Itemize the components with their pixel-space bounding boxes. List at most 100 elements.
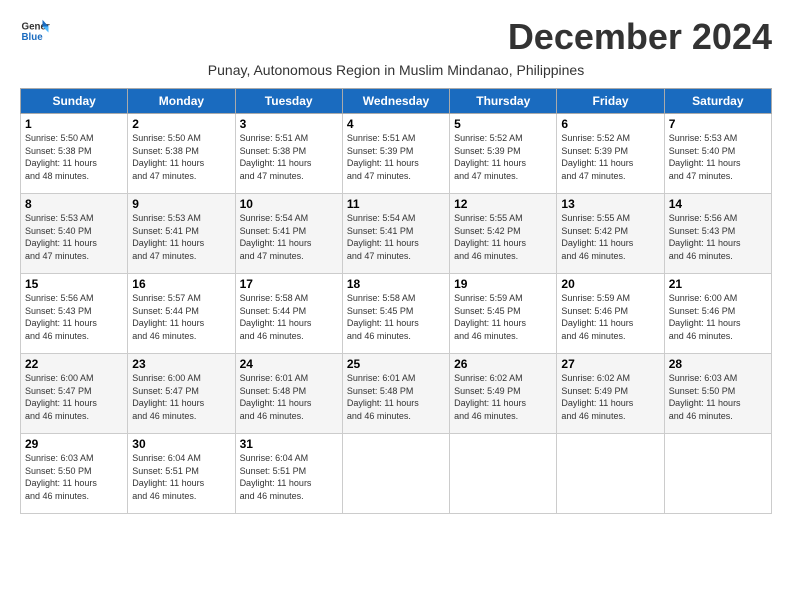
day-info: Sunrise: 5:50 AMSunset: 5:38 PMDaylight:… bbox=[25, 133, 97, 181]
day-of-week-header: Sunday bbox=[21, 89, 128, 114]
day-number: 24 bbox=[240, 357, 338, 371]
calendar-cell: 3 Sunrise: 5:51 AMSunset: 5:38 PMDaylight… bbox=[235, 114, 342, 194]
calendar-header-row: SundayMondayTuesdayWednesdayThursdayFrid… bbox=[21, 89, 772, 114]
calendar-cell: 19 Sunrise: 5:59 AMSunset: 5:45 PMDayligh… bbox=[450, 274, 557, 354]
calendar-cell: 1 Sunrise: 5:50 AMSunset: 5:38 PMDaylight… bbox=[21, 114, 128, 194]
calendar-cell bbox=[342, 434, 449, 514]
logo-icon: General Blue bbox=[20, 16, 50, 46]
calendar-cell: 21Sunrise: 6:00 AMSunset: 5:46 PMDayligh… bbox=[664, 274, 771, 354]
day-number: 22 bbox=[25, 357, 123, 371]
calendar-cell: 20Sunrise: 5:59 AMSunset: 5:46 PMDayligh… bbox=[557, 274, 664, 354]
day-number: 4 bbox=[347, 117, 445, 131]
day-number: 29 bbox=[25, 437, 123, 451]
calendar-cell bbox=[664, 434, 771, 514]
day-number: 13 bbox=[561, 197, 659, 211]
day-number: 14 bbox=[669, 197, 767, 211]
day-info: Sunrise: 5:55 AMSunset: 5:42 PMDaylight:… bbox=[454, 213, 526, 261]
day-info: Sunrise: 6:03 AMSunset: 5:50 PMDaylight:… bbox=[669, 373, 741, 421]
calendar-cell bbox=[450, 434, 557, 514]
calendar-cell: 29 Sunrise: 6:03 AMSunset: 5:50 PMDayligh… bbox=[21, 434, 128, 514]
day-info: Sunrise: 5:53 AMSunset: 5:41 PMDaylight:… bbox=[132, 213, 204, 261]
calendar-cell: 10Sunrise: 5:54 AMSunset: 5:41 PMDayligh… bbox=[235, 194, 342, 274]
day-number: 25 bbox=[347, 357, 445, 371]
calendar-table: SundayMondayTuesdayWednesdayThursdayFrid… bbox=[20, 88, 772, 514]
day-info: Sunrise: 5:58 AMSunset: 5:45 PMDaylight:… bbox=[347, 293, 419, 341]
day-number: 23 bbox=[132, 357, 230, 371]
day-number: 6 bbox=[561, 117, 659, 131]
calendar-week-row: 1 Sunrise: 5:50 AMSunset: 5:38 PMDaylight… bbox=[21, 114, 772, 194]
day-info: Sunrise: 6:00 AMSunset: 5:47 PMDaylight:… bbox=[25, 373, 97, 421]
day-of-week-header: Wednesday bbox=[342, 89, 449, 114]
day-info: Sunrise: 5:53 AMSunset: 5:40 PMDaylight:… bbox=[25, 213, 97, 261]
calendar-week-row: 22 Sunrise: 6:00 AMSunset: 5:47 PMDayligh… bbox=[21, 354, 772, 434]
day-number: 19 bbox=[454, 277, 552, 291]
calendar-cell: 27Sunrise: 6:02 AMSunset: 5:49 PMDayligh… bbox=[557, 354, 664, 434]
day-number: 31 bbox=[240, 437, 338, 451]
calendar-cell: 31 Sunrise: 6:04 AMSunset: 5:51 PMDayligh… bbox=[235, 434, 342, 514]
calendar-cell: 7 Sunrise: 5:53 AMSunset: 5:40 PMDaylight… bbox=[664, 114, 771, 194]
day-info: Sunrise: 5:53 AMSunset: 5:40 PMDaylight:… bbox=[669, 133, 741, 181]
day-number: 26 bbox=[454, 357, 552, 371]
calendar-cell: 18 Sunrise: 5:58 AMSunset: 5:45 PMDayligh… bbox=[342, 274, 449, 354]
day-number: 12 bbox=[454, 197, 552, 211]
day-info: Sunrise: 6:04 AMSunset: 5:51 PMDaylight:… bbox=[132, 453, 204, 501]
day-number: 8 bbox=[25, 197, 123, 211]
calendar-cell: 16 Sunrise: 5:57 AMSunset: 5:44 PMDayligh… bbox=[128, 274, 235, 354]
day-info: Sunrise: 5:51 AMSunset: 5:38 PMDaylight:… bbox=[240, 133, 312, 181]
day-of-week-header: Tuesday bbox=[235, 89, 342, 114]
day-info: Sunrise: 5:59 AMSunset: 5:45 PMDaylight:… bbox=[454, 293, 526, 341]
day-info: Sunrise: 6:00 AMSunset: 5:47 PMDaylight:… bbox=[132, 373, 204, 421]
calendar-cell: 17 Sunrise: 5:58 AMSunset: 5:44 PMDayligh… bbox=[235, 274, 342, 354]
day-info: Sunrise: 6:02 AMSunset: 5:49 PMDaylight:… bbox=[561, 373, 633, 421]
day-number: 5 bbox=[454, 117, 552, 131]
day-info: Sunrise: 5:54 AMSunset: 5:41 PMDaylight:… bbox=[240, 213, 312, 261]
day-number: 16 bbox=[132, 277, 230, 291]
day-info: Sunrise: 5:52 AMSunset: 5:39 PMDaylight:… bbox=[454, 133, 526, 181]
day-info: Sunrise: 5:50 AMSunset: 5:38 PMDaylight:… bbox=[132, 133, 204, 181]
day-number: 3 bbox=[240, 117, 338, 131]
day-number: 17 bbox=[240, 277, 338, 291]
calendar-cell: 25Sunrise: 6:01 AMSunset: 5:48 PMDayligh… bbox=[342, 354, 449, 434]
svg-text:Blue: Blue bbox=[22, 32, 44, 43]
calendar-cell: 26 Sunrise: 6:02 AMSunset: 5:49 PMDayligh… bbox=[450, 354, 557, 434]
day-info: Sunrise: 5:56 AMSunset: 5:43 PMDaylight:… bbox=[25, 293, 97, 341]
day-info: Sunrise: 6:01 AMSunset: 5:48 PMDaylight:… bbox=[240, 373, 312, 421]
day-number: 11 bbox=[347, 197, 445, 211]
day-of-week-header: Thursday bbox=[450, 89, 557, 114]
day-info: Sunrise: 5:52 AMSunset: 5:39 PMDaylight:… bbox=[561, 133, 633, 181]
calendar-cell: 4 Sunrise: 5:51 AMSunset: 5:39 PMDaylight… bbox=[342, 114, 449, 194]
day-info: Sunrise: 6:03 AMSunset: 5:50 PMDaylight:… bbox=[25, 453, 97, 501]
day-info: Sunrise: 5:55 AMSunset: 5:42 PMDaylight:… bbox=[561, 213, 633, 261]
day-number: 18 bbox=[347, 277, 445, 291]
calendar-cell: 15Sunrise: 5:56 AMSunset: 5:43 PMDayligh… bbox=[21, 274, 128, 354]
day-number: 1 bbox=[25, 117, 123, 131]
day-number: 30 bbox=[132, 437, 230, 451]
calendar-cell: 24 Sunrise: 6:01 AMSunset: 5:48 PMDayligh… bbox=[235, 354, 342, 434]
calendar-week-row: 15Sunrise: 5:56 AMSunset: 5:43 PMDayligh… bbox=[21, 274, 772, 354]
subtitle: Punay, Autonomous Region in Muslim Minda… bbox=[20, 62, 772, 78]
calendar-cell: 22 Sunrise: 6:00 AMSunset: 5:47 PMDayligh… bbox=[21, 354, 128, 434]
day-number: 21 bbox=[669, 277, 767, 291]
day-info: Sunrise: 5:54 AMSunset: 5:41 PMDaylight:… bbox=[347, 213, 419, 261]
day-of-week-header: Friday bbox=[557, 89, 664, 114]
day-number: 9 bbox=[132, 197, 230, 211]
calendar-week-row: 8 Sunrise: 5:53 AMSunset: 5:40 PMDaylight… bbox=[21, 194, 772, 274]
day-info: Sunrise: 6:02 AMSunset: 5:49 PMDaylight:… bbox=[454, 373, 526, 421]
calendar-cell: 9 Sunrise: 5:53 AMSunset: 5:41 PMDaylight… bbox=[128, 194, 235, 274]
page-header: General Blue December 2024 bbox=[20, 16, 772, 58]
calendar-cell: 2Sunrise: 5:50 AMSunset: 5:38 PMDaylight… bbox=[128, 114, 235, 194]
calendar-cell bbox=[557, 434, 664, 514]
day-info: Sunrise: 5:57 AMSunset: 5:44 PMDaylight:… bbox=[132, 293, 204, 341]
day-number: 28 bbox=[669, 357, 767, 371]
logo: General Blue bbox=[20, 16, 50, 46]
day-info: Sunrise: 5:51 AMSunset: 5:39 PMDaylight:… bbox=[347, 133, 419, 181]
day-number: 7 bbox=[669, 117, 767, 131]
calendar-week-row: 29 Sunrise: 6:03 AMSunset: 5:50 PMDayligh… bbox=[21, 434, 772, 514]
day-info: Sunrise: 5:56 AMSunset: 5:43 PMDaylight:… bbox=[669, 213, 741, 261]
day-info: Sunrise: 6:04 AMSunset: 5:51 PMDaylight:… bbox=[240, 453, 312, 501]
calendar-cell: 12 Sunrise: 5:55 AMSunset: 5:42 PMDayligh… bbox=[450, 194, 557, 274]
day-info: Sunrise: 5:58 AMSunset: 5:44 PMDaylight:… bbox=[240, 293, 312, 341]
calendar-cell: 11 Sunrise: 5:54 AMSunset: 5:41 PMDayligh… bbox=[342, 194, 449, 274]
calendar-cell: 5 Sunrise: 5:52 AMSunset: 5:39 PMDaylight… bbox=[450, 114, 557, 194]
day-info: Sunrise: 5:59 AMSunset: 5:46 PMDaylight:… bbox=[561, 293, 633, 341]
